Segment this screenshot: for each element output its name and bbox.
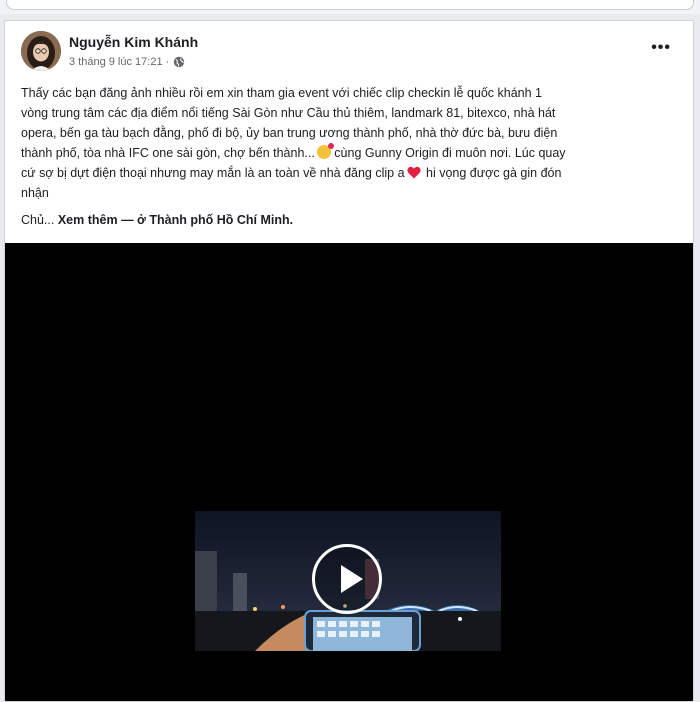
- truncated-text: Chủ...: [21, 213, 55, 227]
- post-timestamp[interactable]: 3 tháng 9 lúc 17:21 ·: [69, 56, 169, 68]
- previous-post-card: [6, 0, 694, 10]
- see-more-link[interactable]: Xem thêm: [58, 213, 118, 227]
- video-thumbnail[interactable]: [195, 511, 501, 651]
- post-text-line-3: opera, bến ga tàu bạch đằng, phố đi bộ, …: [21, 126, 558, 140]
- video-player[interactable]: [5, 243, 693, 701]
- post-text-line-4a: thành phố, tòa nhà IFC one sài gòn, chợ …: [21, 146, 315, 160]
- location-tag[interactable]: — ở Thành phố Hồ Chí Minh.: [121, 213, 293, 227]
- red-heart-icon: [406, 165, 421, 179]
- play-icon[interactable]: [312, 544, 382, 614]
- avatar[interactable]: [21, 31, 61, 71]
- post-text-line-5b: hi vọng được gà gin đón: [422, 166, 562, 180]
- see-more-row: Chủ... Xem thêm — ở Thành phố Hồ Chí Min…: [21, 213, 293, 227]
- globe-icon: [173, 56, 185, 68]
- smiling-face-with-hearts-icon: [316, 143, 334, 159]
- post-meta: 3 tháng 9 lúc 17:21 ·: [69, 56, 185, 68]
- post-text-line-5a: cứ sợ bị dựt điện thoại nhưng may mắn là…: [21, 166, 405, 180]
- post-text-line-4: thành phố, tòa nhà IFC one sài gòn, chợ …: [21, 143, 683, 163]
- avatar-image: [21, 31, 61, 71]
- post-card: Nguyễn Kim Khánh 3 tháng 9 lúc 17:21 · •…: [4, 20, 694, 702]
- more-options-icon[interactable]: •••: [651, 39, 671, 57]
- author-name[interactable]: Nguyễn Kim Khánh: [69, 34, 198, 50]
- post-text-line-6: nhận: [21, 186, 49, 200]
- post-text-line-5: cứ sợ bị dựt điện thoại nhưng may mắn là…: [21, 163, 683, 183]
- post-text-line-1: Thấy các bạn đăng ảnh nhiều rồi em xin t…: [21, 86, 543, 100]
- post-text-line-4b: cùng Gunny Origin đi muôn nơi. Lúc quay: [330, 146, 566, 160]
- previous-post-edge: [0, 0, 700, 14]
- post-header: Nguyễn Kim Khánh 3 tháng 9 lúc 17:21 · •…: [5, 21, 693, 81]
- post-text: Thấy các bạn đăng ảnh nhiều rồi em xin t…: [21, 83, 683, 203]
- post-text-line-2: vòng trung tâm các địa điểm nổi tiếng Sà…: [21, 106, 556, 120]
